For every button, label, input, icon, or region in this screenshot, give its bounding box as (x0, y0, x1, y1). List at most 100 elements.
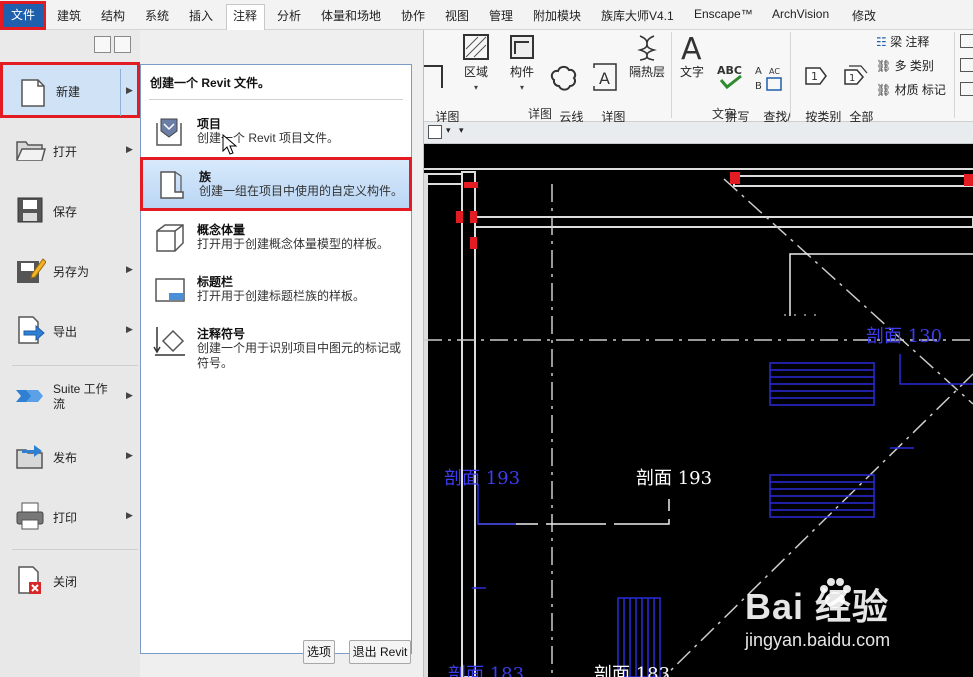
menu-item-suite-workflow[interactable]: Suite 工作流 ▶ (0, 368, 140, 424)
new-conceptual-mass-item[interactable]: 概念体量 打开用于创建概念体量模型的样板。 (141, 213, 411, 265)
submenu-arrow-icon[interactable]: ▶ (126, 85, 133, 96)
svg-text:ABC: ABC (717, 64, 742, 77)
tab-archvision[interactable]: ArchVision (772, 7, 829, 21)
close-document-icon (18, 566, 41, 594)
open-documents-icon[interactable] (114, 36, 131, 53)
submenu-arrow-icon: ▶ (126, 324, 133, 334)
tab-collaborate[interactable]: 协作 (401, 7, 425, 24)
application-menu: 新建 ▶ 打开 ▶ 保存 另存为 ▶ 导出 ▶ Suite 工作流 ▶ 发布 ▶… (0, 30, 424, 677)
insulation-icon (637, 35, 657, 61)
region-button[interactable]: 区域 ▾ (458, 32, 494, 95)
menu-item-save-as[interactable]: 另存为 ▶ (0, 242, 140, 298)
tab-family-library[interactable]: 族库大师V4.1 (601, 7, 674, 24)
tab-structure[interactable]: 结构 (101, 7, 125, 24)
tab-view[interactable]: 视图 (445, 7, 469, 24)
multi-category-button[interactable]: ⛓ 多 类别 (876, 57, 934, 74)
text-group-title: 文字 (712, 107, 737, 121)
application-menu-commands: 新建 ▶ 打开 ▶ 保存 另存为 ▶ 导出 ▶ Suite 工作流 ▶ 发布 ▶… (0, 62, 140, 677)
menu-separator (12, 365, 138, 366)
menu-item-publish[interactable]: 发布 ▶ (0, 428, 140, 484)
new-family-item[interactable]: 族 创建一组在项目中使用的自定义构件。 (140, 157, 412, 211)
view-icon[interactable] (428, 125, 442, 139)
submenu-arrow-icon: ▶ (126, 264, 133, 274)
region-icon (463, 34, 489, 60)
tag-by-category-icon: 1 (805, 67, 827, 85)
tab-add-ins[interactable]: 附加模块 (533, 7, 581, 24)
submenu-arrow-icon: ▶ (126, 450, 133, 460)
material-tag-button[interactable]: ⛓ 材质 标记 (876, 81, 946, 98)
beam-annotation-icon: ☷ (876, 35, 891, 49)
item-description: 打开用于创建概念体量模型的样板。 (197, 237, 390, 251)
item-title: 族 (199, 170, 212, 184)
submenu-arrow-icon: ▶ (126, 510, 133, 520)
mouse-cursor-icon (222, 134, 238, 155)
partial-ribbon-icon[interactable] (960, 58, 973, 72)
text-button[interactable]: A 文字 (676, 32, 708, 80)
exit-revit-button[interactable]: 退出 Revit (349, 640, 411, 664)
insulation-label: 隔热层 (628, 65, 665, 79)
submenu-title-divider (149, 99, 403, 100)
svg-text:A: A (599, 69, 610, 88)
svg-text:1: 1 (811, 70, 818, 83)
family-icon (160, 171, 184, 199)
menu-item-label: 另存为 (53, 265, 90, 279)
text-label: 文字 (679, 65, 704, 79)
multi-category-icon: ⛓ (876, 59, 895, 73)
tab-annotate[interactable]: 注释 (233, 7, 257, 24)
tab-enscape[interactable]: Enscape™ (694, 7, 753, 21)
find-replace-icon: A AC B (755, 66, 782, 92)
tab-systems[interactable]: 系统 (145, 7, 169, 24)
tab-analyze[interactable]: 分析 (277, 7, 301, 24)
partial-ribbon-icon[interactable] (960, 82, 973, 96)
menu-bar: 文件 建筑 结构 系统 插入 注释 分析 体量和场地 协作 视图 管理 附加模块… (0, 0, 973, 31)
section-label: 剖面 183 (594, 664, 671, 677)
save-icon (17, 197, 43, 223)
application-menu-header (0, 30, 140, 62)
tab-architecture[interactable]: 建筑 (57, 7, 81, 24)
submenu-title: 创建一个 Revit 文件。 (150, 76, 271, 90)
ribbon-separator (671, 32, 672, 118)
recent-documents-icon[interactable] (94, 36, 111, 53)
options-button[interactable]: 选项 (303, 640, 335, 664)
component-label: 构件 (509, 65, 534, 79)
item-description: 打开用于创建标题栏族的样板。 (197, 289, 366, 303)
new-title-block-item[interactable]: 标题栏 打开用于创建标题栏族的样板。 (141, 265, 411, 317)
menu-item-save[interactable]: 保存 (0, 182, 140, 238)
menu-item-export[interactable]: 导出 ▶ (0, 302, 140, 358)
ribbon-separator (790, 32, 791, 118)
file-tab[interactable]: 文件 (0, 1, 46, 30)
beam-annotation-label: 梁 注释 (890, 35, 930, 49)
beam-annotation-button[interactable]: ☷ 梁 注释 (876, 33, 929, 50)
material-tag-label: 材质 标记 (894, 83, 946, 97)
component-button[interactable]: 构件 ▾ (504, 32, 540, 95)
new-annotation-symbol-item[interactable]: 注释符号 创建一个用于识别项目中图元的标记或符号。 (141, 317, 411, 377)
baidu-paw-icon (820, 578, 851, 608)
tab-modify[interactable]: 修改 (852, 7, 876, 24)
conceptual-mass-icon (156, 224, 184, 252)
menu-item-open[interactable]: 打开 ▶ (0, 122, 140, 178)
component-icon (510, 35, 534, 59)
menu-item-print[interactable]: 打印 ▶ (0, 488, 140, 544)
text-dialog-launcher-icon[interactable]: ↘ (777, 108, 785, 119)
menu-item-new[interactable]: 新建 ▶ (0, 62, 140, 118)
spell-check-icon: ABC (717, 64, 742, 90)
customize-toolbar-icon[interactable]: ▾ (459, 125, 464, 136)
item-title: 概念体量 (197, 223, 246, 237)
new-submenu: 创建一个 Revit 文件。 项目 创建一个 Revit 项目文件。 族 创建一… (140, 64, 412, 654)
tab-manage[interactable]: 管理 (489, 7, 513, 24)
export-icon (18, 316, 45, 344)
baidu-watermark: Bai 经验 jingyan.baidu.com (745, 570, 945, 660)
menu-item-close[interactable]: 关闭 (0, 552, 140, 608)
dropdown-arrow-icon[interactable]: ▾ (446, 125, 451, 136)
partial-ribbon-icon[interactable] (960, 34, 973, 48)
region-dropdown-icon: ▾ (473, 83, 478, 92)
new-project-item[interactable]: 项目 创建一个 Revit 项目文件。 (141, 107, 411, 159)
tab-insert[interactable]: 插入 (189, 7, 213, 24)
insulation-button[interactable]: 隔热层 (624, 32, 670, 80)
detail-line-icon (424, 65, 443, 88)
submenu-arrow-icon: ▶ (126, 390, 133, 400)
new-document-icon (21, 79, 45, 107)
ribbon-separator (954, 32, 955, 118)
tab-massing-site[interactable]: 体量和场地 (321, 7, 381, 24)
item-description: 创建一组在项目中使用的自定义构件。 (199, 184, 404, 198)
